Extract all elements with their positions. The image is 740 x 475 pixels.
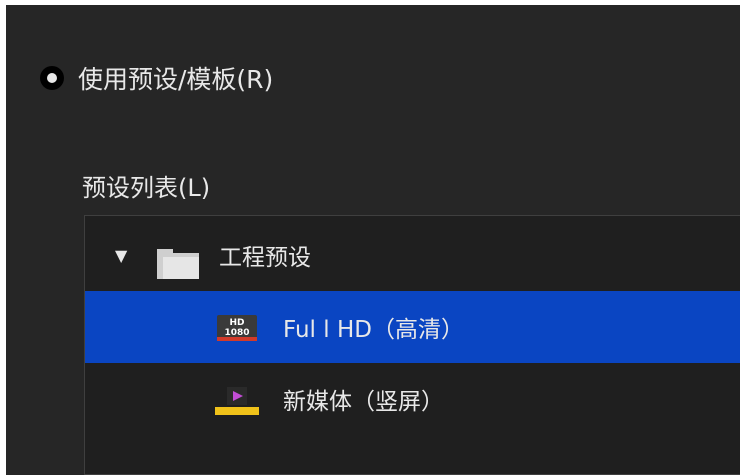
preset-tree-list[interactable]: ▼ 工程预设 HD 1080 Ful l HD（高清） 新媒体（竖屏）	[84, 215, 740, 475]
tree-item-full-hd[interactable]: HD 1080 Ful l HD（高清）	[85, 291, 740, 363]
preset-name-new-media: 新媒体（竖屏）	[283, 389, 444, 415]
hd-1080-icon: HD 1080	[217, 315, 257, 341]
use-preset-label: 使用预设/模板(R)	[78, 65, 274, 94]
preset-list-label: 预设列表(L)	[82, 174, 211, 202]
svg-text:HD: HD	[229, 318, 244, 328]
tree-item-new-media[interactable]: 新媒体（竖屏）	[85, 363, 740, 435]
use-preset-radio-option[interactable]: 使用预设/模板(R)	[40, 56, 273, 100]
tree-folder-row[interactable]: ▼ 工程预设	[85, 219, 740, 291]
vertical-media-icon	[215, 387, 259, 415]
expand-caret-icon[interactable]: ▼	[115, 246, 127, 265]
preset-name-full-hd: Ful l HD（高清）	[283, 317, 464, 343]
folder-name: 工程预设	[219, 245, 311, 271]
radio-button-selected[interactable]	[40, 66, 64, 90]
svg-text:1080: 1080	[224, 328, 249, 338]
folder-icon	[157, 249, 199, 279]
